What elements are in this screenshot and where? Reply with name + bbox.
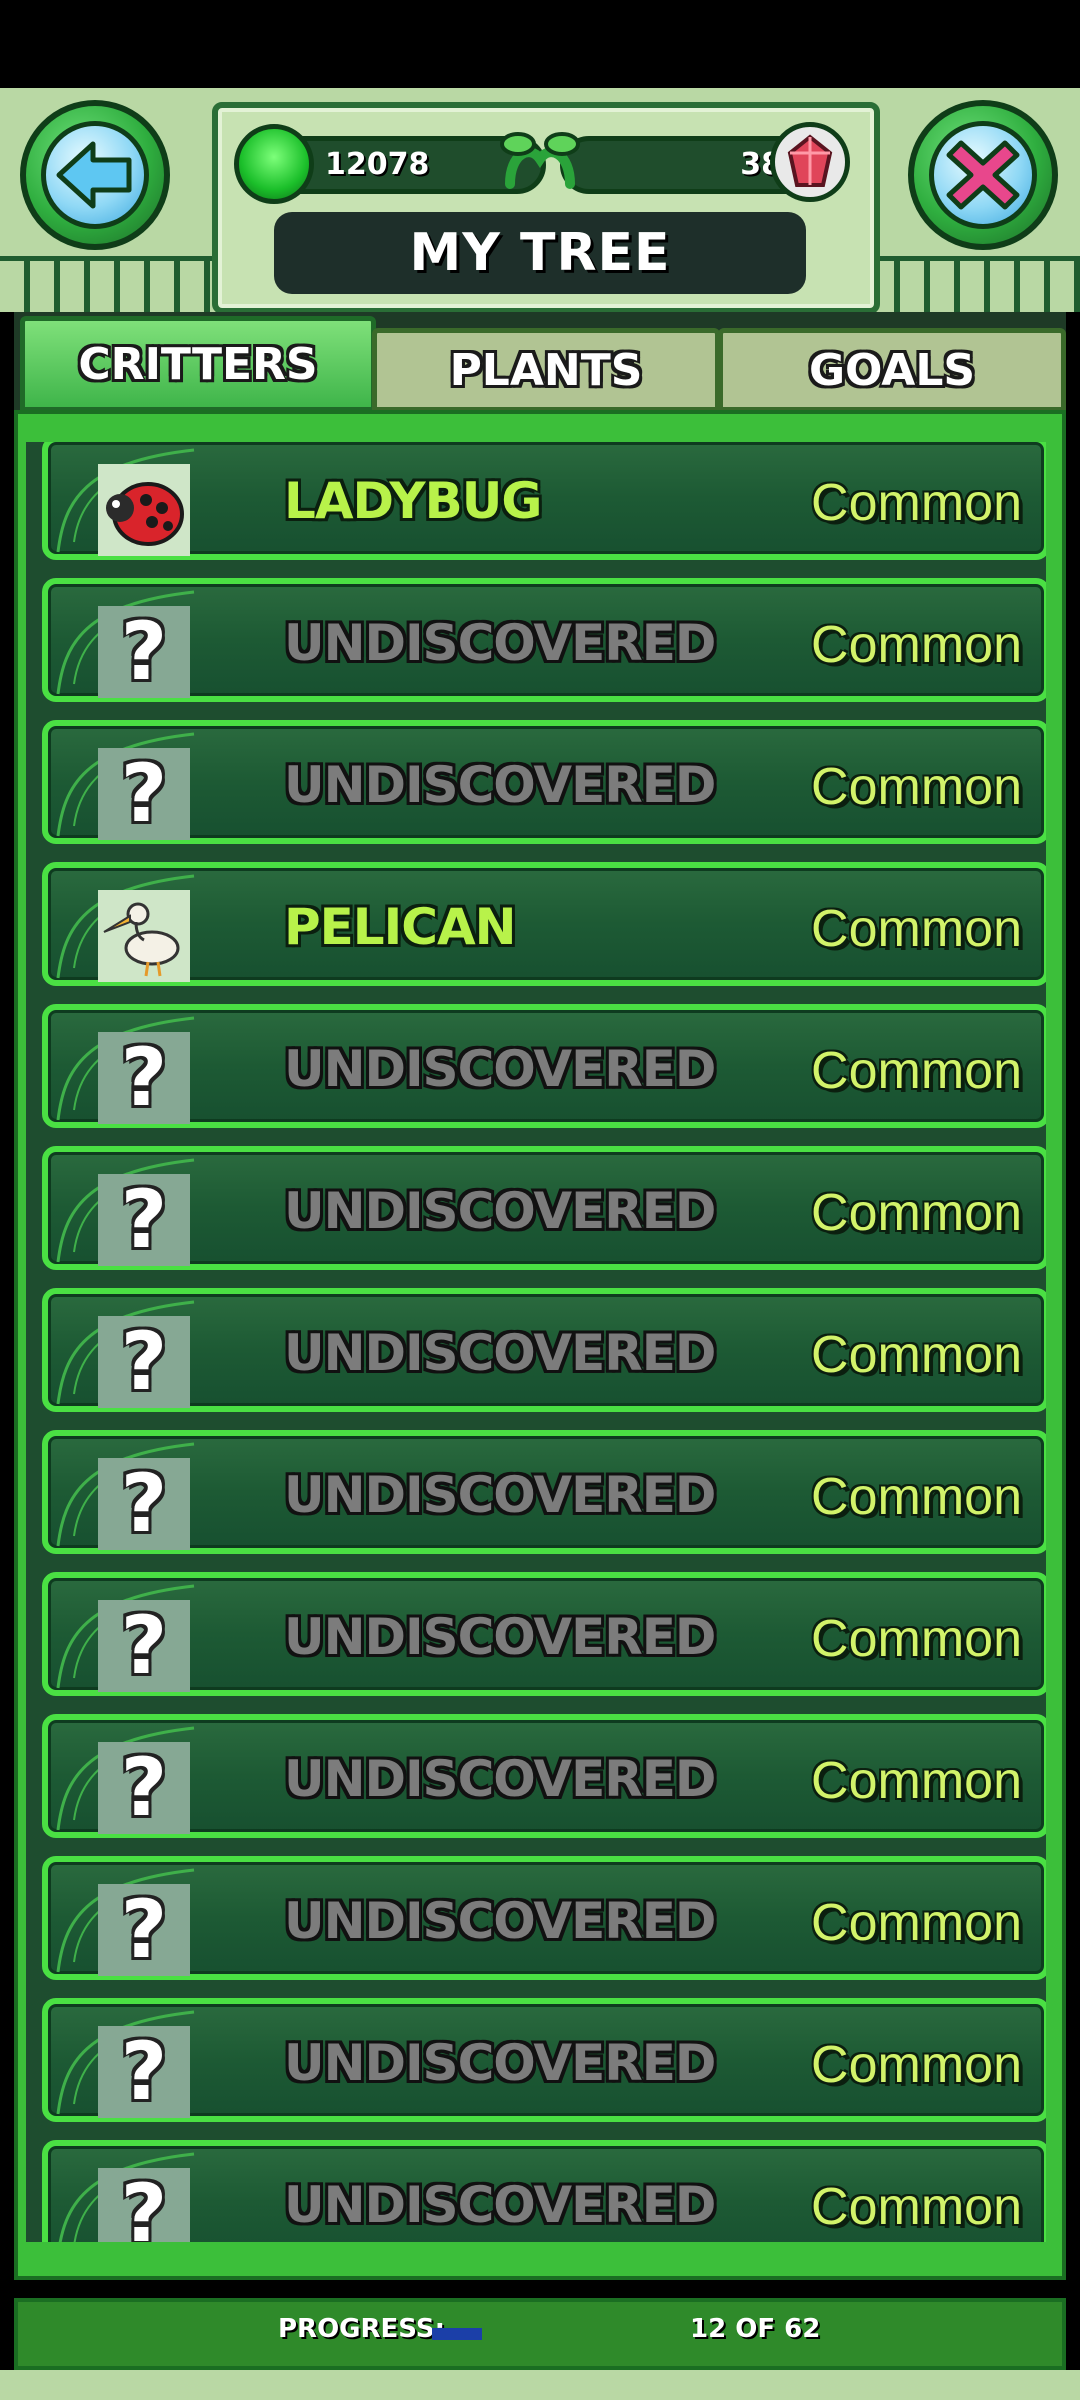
critter-row[interactable]: LADYBUG Common — [42, 442, 1046, 560]
question-mark-icon: ? — [98, 1742, 190, 1834]
pelican-icon — [98, 890, 190, 982]
critter-row[interactable]: ? UNDISCOVERED Common — [42, 1288, 1046, 1412]
close-x-icon — [946, 140, 1020, 210]
question-mark-icon: ? — [98, 1884, 190, 1976]
question-mark-icon: ? — [98, 1316, 190, 1408]
critter-rarity: Common — [811, 1752, 1022, 1810]
critter-rarity: Common — [811, 1468, 1022, 1526]
critter-rarity: Common — [811, 758, 1022, 816]
tab-critters[interactable]: CRITTERS — [20, 316, 376, 412]
tab-bar: CRITTERS PLANTS GOALS — [14, 312, 1066, 412]
critter-row[interactable]: ? UNDISCOVERED Common — [42, 720, 1046, 844]
sprout-icon — [500, 132, 580, 189]
header: 12078 38 MY TREE — [0, 88, 1080, 312]
coin-count: 12078 — [325, 147, 430, 182]
progress-footer: PROGRESS: 12 OF 62 — [14, 2298, 1066, 2370]
critter-row[interactable]: ? UNDISCOVERED Common — [42, 1998, 1046, 2122]
question-mark-icon: ? — [98, 1174, 190, 1266]
critter-name: UNDISCOVERED — [284, 1040, 716, 1098]
critter-rarity: Common — [811, 2178, 1022, 2236]
back-button-face — [41, 121, 149, 229]
close-button-face — [929, 121, 1037, 229]
critter-name: UNDISCOVERED — [284, 2176, 716, 2234]
critter-row[interactable]: ? UNDISCOVERED Common — [42, 1004, 1046, 1128]
critter-rarity: Common — [811, 1894, 1022, 1952]
critter-name: UNDISCOVERED — [284, 1608, 716, 1666]
progress-label: PROGRESS: — [278, 2314, 445, 2344]
critter-row[interactable]: ? UNDISCOVERED Common — [42, 1430, 1046, 1554]
progress-track — [432, 2328, 482, 2340]
critter-rarity: Common — [811, 2036, 1022, 2094]
critter-rarity: Common — [811, 616, 1022, 674]
critter-row[interactable]: ? UNDISCOVERED Common — [42, 1572, 1046, 1696]
critter-rarity: Common — [811, 1326, 1022, 1384]
bottom-edge — [0, 2370, 1080, 2400]
critter-row[interactable]: PELICAN Common — [42, 862, 1046, 986]
arrow-left-icon — [56, 141, 132, 209]
critter-name: UNDISCOVERED — [284, 2034, 716, 2092]
critter-row[interactable]: ? UNDISCOVERED Common — [42, 1856, 1046, 1980]
question-mark-icon: ? — [98, 1458, 190, 1550]
question-mark-icon: ? — [98, 2168, 190, 2242]
critter-list-panel: LADYBUG Common? UNDISCOVERED Common? UNDISCO… — [14, 410, 1066, 2280]
critter-row[interactable]: ? UNDISCOVERED Common — [42, 578, 1046, 702]
critter-name: LADYBUG — [284, 472, 542, 530]
close-button[interactable] — [908, 100, 1058, 250]
tab-plants[interactable]: PLANTS — [372, 328, 720, 412]
back-button[interactable] — [20, 100, 170, 250]
critter-row[interactable]: ? UNDISCOVERED Common — [42, 1714, 1046, 1838]
critter-rarity: Common — [811, 474, 1022, 532]
question-mark-icon: ? — [98, 1032, 190, 1124]
critter-name: UNDISCOVERED — [284, 1750, 716, 1808]
status-bar — [0, 0, 1080, 88]
progress-count: 12 OF 62 — [690, 2314, 821, 2344]
critter-name: UNDISCOVERED — [284, 1324, 716, 1382]
critter-rarity: Common — [811, 900, 1022, 958]
critter-name: UNDISCOVERED — [284, 614, 716, 672]
question-mark-icon: ? — [98, 748, 190, 840]
ladybug-icon — [98, 464, 190, 556]
critter-name: UNDISCOVERED — [284, 1182, 716, 1240]
question-mark-icon: ? — [98, 2026, 190, 2118]
critter-name: UNDISCOVERED — [284, 1892, 716, 1950]
critter-row[interactable]: ? UNDISCOVERED Common — [42, 2140, 1046, 2242]
critter-rarity: Common — [811, 1610, 1022, 1668]
critter-row[interactable]: ? UNDISCOVERED Common — [42, 1146, 1046, 1270]
critter-name: PELICAN — [284, 898, 517, 956]
tab-goals[interactable]: GOALS — [718, 328, 1066, 412]
red-crystal-icon — [770, 122, 850, 202]
critter-list[interactable]: LADYBUG Common? UNDISCOVERED Common? UNDISCO… — [26, 442, 1046, 2242]
critter-rarity: Common — [811, 1042, 1022, 1100]
progress-fill — [432, 2328, 482, 2340]
question-mark-icon: ? — [98, 606, 190, 698]
critter-name: UNDISCOVERED — [284, 756, 716, 814]
page-title: MY TREE — [274, 212, 806, 294]
green-gem-icon — [234, 124, 314, 204]
critter-rarity: Common — [811, 1184, 1022, 1242]
question-mark-icon: ? — [98, 1600, 190, 1692]
critter-name: UNDISCOVERED — [284, 1466, 716, 1524]
